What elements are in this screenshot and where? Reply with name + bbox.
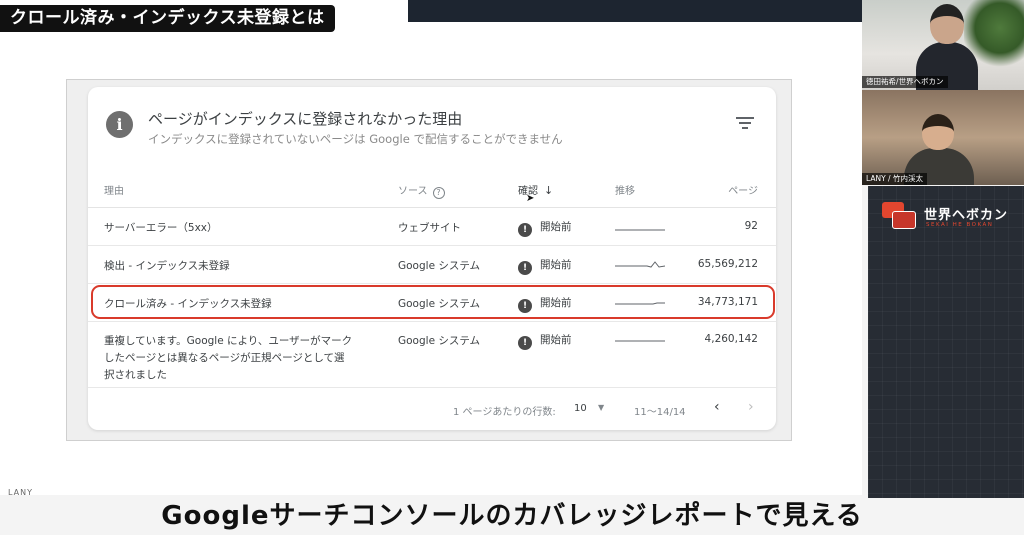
column-header-trend[interactable]: 推移 xyxy=(615,182,635,197)
filter-icon[interactable] xyxy=(736,117,754,131)
column-header-reason[interactable]: 理由 xyxy=(104,182,124,197)
row-source: ウェブサイト xyxy=(398,222,461,234)
highlight-outline xyxy=(91,285,775,319)
info-icon: i xyxy=(106,111,133,138)
alert-icon: ! xyxy=(518,223,532,237)
row-page-count: 4,260,142 xyxy=(704,333,758,345)
participant-name-tag: LANY / 竹内渓太 xyxy=(862,173,927,185)
participant-head xyxy=(930,4,964,44)
row-status-label: 開始前 xyxy=(540,259,572,271)
row-reason: サーバーエラー（5xx） xyxy=(104,222,218,234)
card-subtitle: インデックスに登録されていないページは Google で配信することができません xyxy=(148,132,563,146)
column-header-source[interactable]: ソース? xyxy=(398,182,445,199)
table-row[interactable]: 重複しています。Google により、ユーザーがマークしたページとは異なるページ… xyxy=(88,322,776,388)
table-row[interactable]: 検出 - インデックス未登録 Google システム ! 開始前 65,569,2… xyxy=(88,246,776,284)
page-range: 11～14/14 xyxy=(634,407,686,418)
mouse-cursor-icon: ➤ xyxy=(526,193,535,204)
card-title: ページがインデックスに登録されなかった理由 xyxy=(148,110,463,128)
column-header-pages[interactable]: ページ xyxy=(728,182,758,197)
column-header-validation[interactable]: 確認 ↓ xyxy=(518,182,553,197)
participant-name-tag: 徳田祐希/世界ヘボカン xyxy=(862,76,948,88)
index-report-card: i ページがインデックスに登録されなかった理由 インデックスに登録されていないペ… xyxy=(88,87,776,430)
trend-sparkline xyxy=(615,229,665,231)
row-status: ! 開始前 xyxy=(518,332,572,350)
row-divider xyxy=(88,387,776,388)
column-header-source-label: ソース xyxy=(398,186,428,197)
trend-sparkline xyxy=(615,340,665,342)
brand-panel: 世界ヘボカン SEKAI HE BOKAN xyxy=(868,186,1024,498)
participant-video: 徳田祐希/世界ヘボカン xyxy=(862,0,1024,90)
participant-head xyxy=(922,114,954,150)
rows-per-page-label: 1 ページあたりの行数: xyxy=(453,407,556,418)
participant-video: LANY / 竹内渓太 xyxy=(862,90,1024,185)
brand-tagline: SEKAI HE BOKAN xyxy=(926,222,994,228)
table-row[interactable]: サーバーエラー（5xx） ウェブサイト ! 開始前 92 xyxy=(88,208,776,246)
slide: クロール済み・インデックス未登録とは LANY i ページがインデックスに登録さ… xyxy=(0,0,862,497)
row-reason: 検出 - インデックス未登録 xyxy=(104,260,230,272)
row-page-count: 92 xyxy=(744,220,758,232)
slide-corner-text: LANY xyxy=(8,488,33,497)
row-reason: 重複しています。Google により、ユーザーがマークしたページとは異なるページ… xyxy=(104,335,353,381)
alert-icon: ! xyxy=(518,336,532,350)
brand-logo-icon xyxy=(882,202,918,232)
row-status-label: 開始前 xyxy=(540,221,572,233)
chevron-down-icon[interactable]: ▼ xyxy=(598,403,604,412)
brand-name: 世界ヘボカン xyxy=(924,208,1009,223)
sort-down-arrow-icon[interactable]: ↓ xyxy=(544,184,553,197)
row-status: ! 開始前 xyxy=(518,219,572,237)
help-icon[interactable]: ? xyxy=(432,187,445,199)
row-status-label: 開始前 xyxy=(540,334,572,346)
chevron-left-icon[interactable]: ‹ xyxy=(714,399,720,415)
row-page-count: 65,569,212 xyxy=(697,258,758,270)
top-video-strip xyxy=(408,0,862,22)
alert-icon: ! xyxy=(518,261,532,275)
row-source: Google システム xyxy=(398,260,481,272)
subtitle-caption: Googleサーチコンソールのカバレッジレポートで見える xyxy=(161,501,863,531)
row-source: Google システム xyxy=(398,335,481,347)
row-status: ! 開始前 xyxy=(518,257,572,275)
chevron-right-icon[interactable]: › xyxy=(748,399,754,415)
rows-per-page-select[interactable]: 10 xyxy=(574,403,587,414)
trend-sparkline xyxy=(615,261,665,268)
slide-title-badge: クロール済み・インデックス未登録とは xyxy=(0,5,335,32)
